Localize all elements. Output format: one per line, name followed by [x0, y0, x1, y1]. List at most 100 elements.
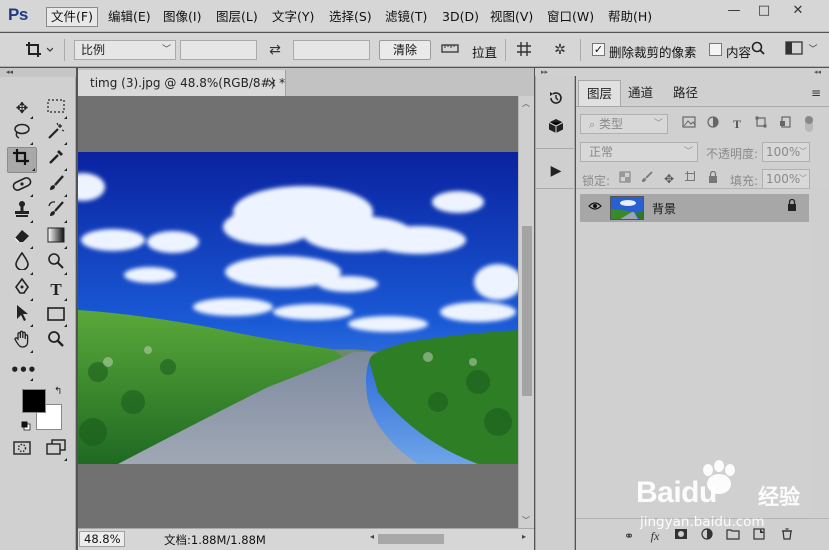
filter-toggle-icon[interactable] [805, 116, 813, 132]
swap-colors-icon[interactable]: ↰ [54, 386, 62, 397]
clone-stamp-tool-icon[interactable] [10, 200, 34, 224]
lock-position-icon[interactable]: ✥ [660, 170, 678, 188]
swap-icon[interactable]: ⇄ [266, 41, 284, 59]
type-tool-icon[interactable]: T [44, 278, 68, 302]
separator [580, 39, 581, 61]
menu-filter[interactable]: 滤镜(T) [381, 7, 431, 27]
blur-tool-icon[interactable] [10, 251, 34, 276]
scroll-up-icon[interactable]: ︿ [522, 98, 530, 109]
close-icon[interactable]: × [267, 70, 277, 96]
minimize-button[interactable]: — [722, 2, 746, 20]
dodge-tool-icon[interactable] [44, 252, 68, 276]
menu-3d[interactable]: 3D(D) [438, 7, 483, 27]
close-window-button[interactable]: ✕ [786, 2, 810, 20]
collapse-icon[interactable]: ◂◂ [0, 68, 76, 77]
scroll-left-icon[interactable]: ◂ [370, 532, 374, 541]
shape-filter-icon[interactable] [752, 115, 770, 133]
opacity-field[interactable]: 100% ﹀ [762, 142, 810, 162]
move-tool-icon[interactable]: ✥ [10, 96, 34, 120]
menu-edit[interactable]: 编辑(E) [104, 7, 155, 27]
panel-menu-icon[interactable]: ≡ [811, 86, 821, 100]
more-tools-icon[interactable]: ••• [10, 358, 37, 382]
menu-image[interactable]: 图像(I) [159, 7, 205, 27]
straighten-icon[interactable] [441, 41, 459, 59]
menu-help[interactable]: 帮助(H) [604, 7, 656, 27]
rectangle-tool-icon[interactable] [44, 304, 68, 328]
adjustment-filter-icon[interactable] [704, 115, 722, 133]
menu-view[interactable]: 视图(V) [486, 7, 537, 27]
scroll-down-icon[interactable]: ﹀ [522, 515, 530, 526]
fill-field[interactable]: 100% ﹀ [762, 169, 810, 189]
blend-mode-select[interactable]: 正常 ﹀ [580, 142, 698, 162]
tab-layers[interactable]: 图层 [578, 80, 622, 106]
eraser-tool-icon[interactable] [10, 226, 34, 250]
hand-tool-icon[interactable] [10, 330, 34, 354]
quick-mask-icon[interactable] [10, 438, 34, 462]
options-bar: 比例 ﹀ ⇄ 清除 拉直 ✲ ✓ 删除裁剪的像素 内容 ﹀ [0, 33, 829, 67]
history-brush-tool-icon[interactable] [44, 200, 68, 224]
type-filter-icon[interactable]: T [728, 115, 746, 133]
canvas-area[interactable] [78, 96, 518, 528]
path-selection-tool-icon[interactable] [10, 304, 34, 328]
vertical-scrollbar[interactable]: ︿ ﹀ [518, 96, 534, 528]
tab-paths[interactable]: 路径 [665, 80, 706, 106]
magic-wand-tool-icon[interactable] [44, 122, 68, 146]
screen-mode-icon[interactable] [44, 438, 68, 462]
chevron-down-icon[interactable]: ﹀ [806, 41, 820, 59]
ratio-select[interactable]: 比例 ﹀ [74, 40, 176, 60]
width-field[interactable] [180, 40, 257, 60]
grid-overlay-icon[interactable] [515, 41, 533, 59]
foreground-color-swatch[interactable] [22, 389, 46, 413]
pixel-filter-icon[interactable] [680, 115, 698, 133]
actions-play-icon[interactable]: ▶ [545, 160, 567, 182]
marquee-tool-icon[interactable] [44, 96, 68, 120]
workspace-icon[interactable] [783, 41, 805, 59]
menu-select[interactable]: 选择(S) [325, 7, 376, 27]
scroll-right-icon[interactable]: ▸ [522, 532, 526, 541]
lasso-tool-icon[interactable] [10, 122, 34, 146]
filter-kind-select[interactable]: ⌕ 类型 ﹀ [580, 114, 668, 134]
lock-pixels-brush-icon[interactable] [638, 170, 656, 188]
menu-layer[interactable]: 图层(L) [212, 7, 262, 27]
height-field[interactable] [293, 40, 370, 60]
history-panel-icon[interactable] [545, 90, 567, 112]
menu-type[interactable]: 文字(Y) [268, 7, 318, 27]
healing-brush-tool-icon[interactable] [10, 174, 34, 198]
document-image[interactable] [78, 152, 518, 464]
delete-cropped-checkbox[interactable]: ✓ [592, 43, 605, 56]
chevron-down-icon: ﹀ [161, 45, 171, 55]
maximize-button[interactable]: □ [752, 2, 776, 20]
lock-transparent-icon[interactable] [616, 170, 634, 188]
document-tab[interactable]: timg (3).jpg @ 48.8%(RGB/8#) * × [78, 70, 286, 96]
lock-all-icon[interactable] [704, 170, 722, 188]
lock-artboard-icon[interactable] [682, 170, 700, 188]
content-aware-checkbox[interactable] [709, 43, 722, 56]
pen-tool-icon[interactable] [10, 277, 34, 302]
tools-panel: ◂◂ ✥ T ••• ↰ [0, 68, 76, 550]
lock-label: 锁定: [582, 174, 611, 188]
menu-window[interactable]: 窗口(W) [543, 7, 598, 27]
3d-panel-icon[interactable] [545, 118, 567, 140]
layer-name[interactable]: 背景 [652, 200, 676, 217]
zoom-level-field[interactable]: 48.8% [79, 531, 125, 547]
crop-tool-preset-icon[interactable] [24, 41, 54, 59]
gradient-tool-icon[interactable] [44, 226, 68, 250]
crop-tool-icon[interactable] [7, 147, 37, 173]
zoom-tool-icon[interactable] [44, 330, 68, 354]
tab-channels[interactable]: 通道 [620, 80, 661, 106]
default-colors-icon[interactable] [21, 420, 31, 431]
search-icon[interactable] [749, 41, 767, 59]
scrollbar-thumb[interactable] [522, 226, 532, 396]
clear-button[interactable]: 清除 [379, 40, 431, 60]
layer-row[interactable]: 背景 [580, 194, 809, 222]
eyedropper-tool-icon[interactable] [44, 148, 68, 172]
eye-icon[interactable] [586, 199, 604, 217]
menu-file[interactable]: 文件(F) [46, 7, 98, 27]
smart-object-filter-icon[interactable] [776, 115, 794, 133]
brush-tool-icon[interactable] [44, 174, 68, 198]
ratio-value: 比例 [81, 43, 106, 57]
gear-icon[interactable]: ✲ [551, 41, 569, 59]
horizontal-scrollbar-thumb[interactable] [378, 534, 444, 544]
panel-collapse-strip[interactable]: ▸▸ ◂◂ [535, 68, 829, 76]
straighten-label[interactable]: 拉直 [472, 42, 497, 61]
